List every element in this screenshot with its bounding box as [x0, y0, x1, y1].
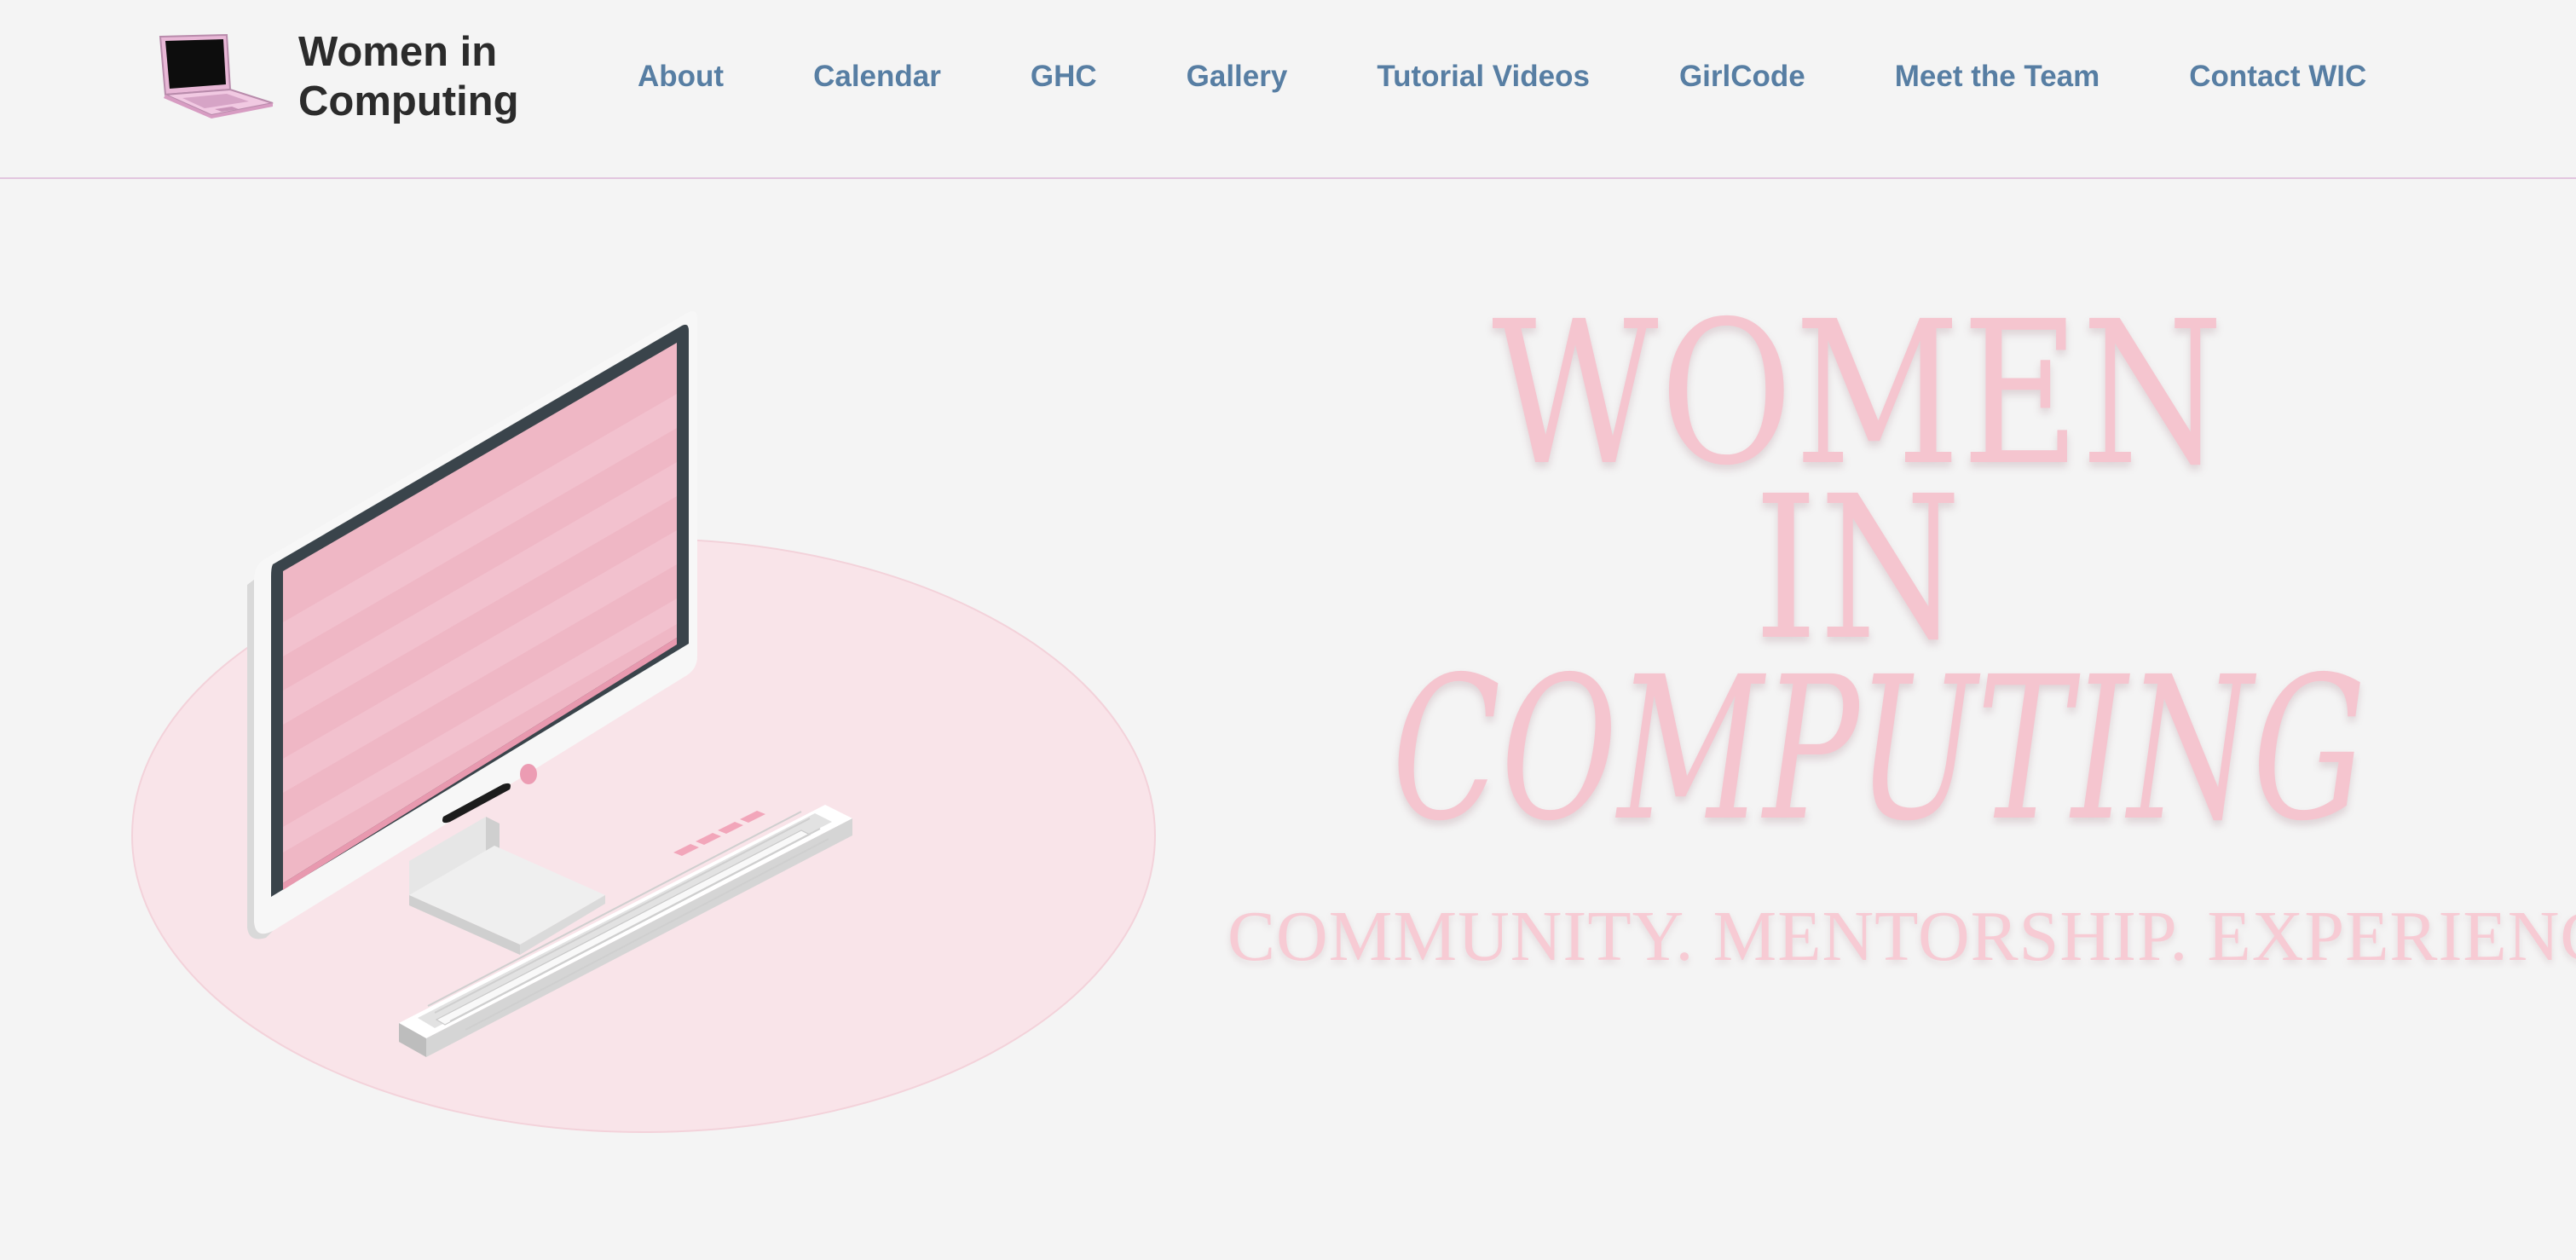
site-header: Women in Computing About Calendar GHC Ga…	[0, 0, 2576, 179]
home-link[interactable]: Women in Computing	[148, 26, 546, 128]
nav-gallery[interactable]: Gallery	[1187, 60, 1288, 94]
nav-calendar[interactable]: Calendar	[813, 60, 941, 94]
site-title: Women in Computing	[298, 27, 546, 126]
desktop-computer-icon	[131, 311, 1156, 1133]
nav-girlcode[interactable]: GirlCode	[1679, 60, 1805, 94]
main-nav: About Calendar GHC Gallery Tutorial Vide…	[638, 53, 2366, 101]
pink-laptop-icon	[159, 33, 274, 118]
hero-title: WOMEN IN COMPUTING	[1210, 295, 2506, 864]
nav-tutorial-videos[interactable]: Tutorial Videos	[1377, 60, 1590, 94]
nav-meet-the-team[interactable]: Meet the Team	[1895, 60, 2100, 94]
hero-title-line2: IN	[1753, 454, 1963, 684]
page: Women in Computing About Calendar GHC Ga…	[0, 0, 2576, 1260]
site-title-line1: Women in	[298, 29, 498, 75]
site-title-line2: Computing	[298, 78, 519, 124]
hero-title-line3: COMPUTING	[1391, 634, 2366, 864]
nav-about[interactable]: About	[638, 60, 724, 94]
nav-ghc[interactable]: GHC	[1031, 60, 1097, 94]
hero-tagline: COMMUNITY. MENTORSHIP. EXPERIENCE	[1227, 897, 2576, 976]
nav-contact-wic[interactable]: Contact WIC	[2189, 60, 2366, 94]
